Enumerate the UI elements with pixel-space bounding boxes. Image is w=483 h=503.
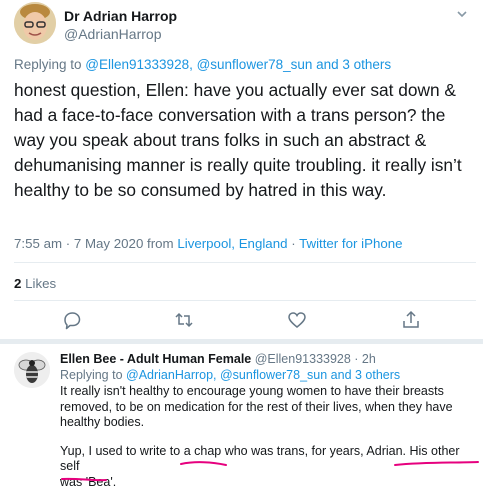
author-avatar[interactable] [14, 2, 56, 44]
retweet-icon[interactable] [173, 309, 195, 331]
reply-tweet[interactable]: Ellen Bee - Adult Human Female @Ellen913… [0, 344, 483, 489]
chevron-down-icon[interactable] [455, 7, 469, 21]
share-icon[interactable] [400, 309, 422, 331]
replying-to: Replying to @Ellen91333928, @sunflower78… [14, 57, 391, 72]
avatar-portrait [14, 2, 56, 44]
reply-replying-mentions[interactable]: @AdrianHarrop, @sunflower78_sun and 3 ot… [126, 368, 400, 382]
bee-image [14, 352, 50, 388]
p2-break: was [60, 474, 86, 489]
tweet-body: honest question, Ellen: have you actuall… [14, 80, 462, 200]
reply-icon[interactable] [61, 309, 83, 331]
reply-paragraph-1: It really isn't healthy to encourage you… [60, 384, 453, 429]
heart-icon[interactable] [286, 309, 308, 331]
p2-middle: who was trans, for years, Adrian. [221, 443, 410, 458]
likes-count[interactable]: 2 Likes [14, 276, 56, 291]
highlight-a-chap: a chap [183, 443, 222, 458]
author-name[interactable]: Dr Adrian Harrop [64, 8, 177, 24]
source-link[interactable]: Twitter for iPhone [299, 236, 402, 251]
reply-author-name[interactable]: Ellen Bee - Adult Human Female [60, 352, 251, 366]
author-handle[interactable]: @AdrianHarrop [64, 26, 161, 42]
reply-body: It really isn't healthy to encourage you… [60, 384, 478, 503]
reply-author-handle[interactable]: @Ellen91333928 · 2h [251, 352, 376, 366]
reply-replying-prefix: Replying to [60, 368, 127, 382]
likes-label: Likes [21, 276, 57, 291]
reply-replying-to: Replying to @AdrianHarrop, @sunflower78_… [60, 368, 400, 382]
reply-author[interactable]: Ellen Bee - Adult Human Female @Ellen913… [60, 352, 376, 366]
reply-paragraph-2: Yup, I used to write to a chap who was t… [60, 444, 478, 491]
replying-mentions[interactable]: @Ellen91333928, @sunflower78_sun and 3 o… [85, 57, 391, 72]
divider [14, 300, 476, 301]
p2-before: Yup, I used to write to [60, 443, 184, 458]
reply-avatar[interactable] [14, 352, 50, 388]
highlight-bea: 'Bea' [85, 474, 113, 489]
location-link[interactable]: Liverpool, England [177, 236, 287, 251]
timestamp[interactable]: 7:55 am · 7 May 2020 from [14, 236, 177, 251]
meta-separator: · [287, 236, 300, 251]
tweet-meta: 7:55 am · 7 May 2020 from Liverpool, Eng… [14, 236, 403, 251]
divider [14, 262, 476, 263]
replying-prefix: Replying to [14, 57, 86, 72]
p2-end: . [112, 474, 117, 489]
action-bar [0, 309, 483, 335]
